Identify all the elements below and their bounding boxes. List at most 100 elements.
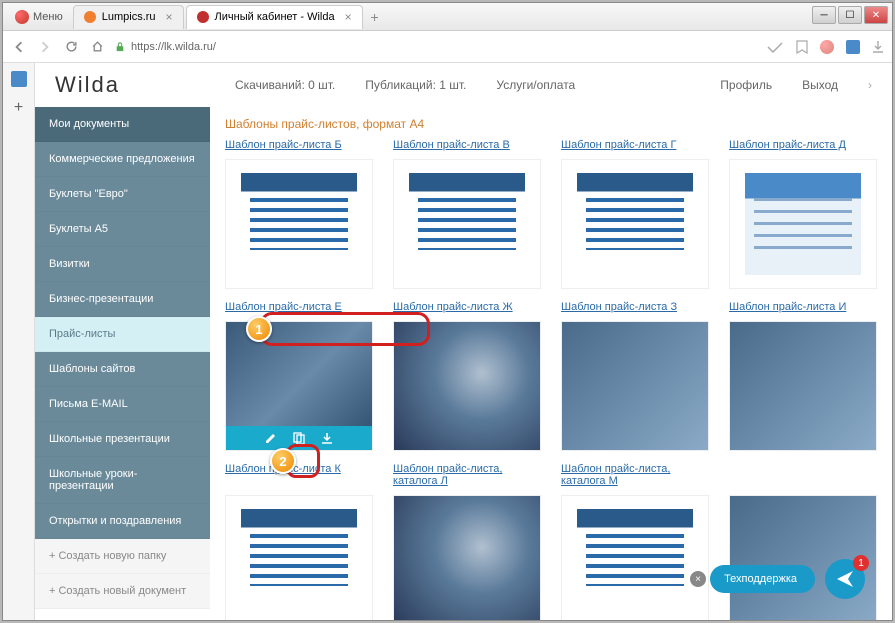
close-window-button[interactable]: ✕ (864, 6, 888, 24)
home-button[interactable] (89, 39, 105, 55)
sidebar-item-price-lists[interactable]: Прайс-листы (35, 317, 210, 352)
url-field[interactable]: https://lk.wilda.ru/ (115, 41, 756, 53)
sidebar-item-new-document[interactable]: + Создать новый документ (35, 574, 210, 609)
template-card: Шаблон прайс-листа Ж (393, 301, 541, 451)
sidebar-item-booklets-euro[interactable]: Буклеты "Евро" (35, 177, 210, 212)
close-tab-icon[interactable]: × (345, 10, 352, 24)
chevron-right-icon: › (868, 78, 872, 92)
template-card: Шаблон прайс-листа Д (729, 139, 877, 289)
opera-sync-icon[interactable] (820, 40, 834, 54)
header-stat-publications[interactable]: Публикаций: 1 шт. (365, 78, 466, 92)
forward-button[interactable] (37, 39, 53, 55)
menu-label: Меню (33, 11, 63, 23)
tab-label: Lumpics.ru (102, 11, 156, 23)
template-thumbnail[interactable] (561, 321, 709, 451)
support-widget: × Техподдержка 1 (690, 559, 865, 599)
header-stat-downloads[interactable]: Скачиваний: 0 шт. (235, 78, 335, 92)
sidebar-item-emails[interactable]: Письма E-MAIL (35, 387, 210, 422)
template-link[interactable]: Шаблон прайс-листа К (225, 463, 373, 489)
template-link (729, 463, 877, 489)
sidebar-item-postcards[interactable]: Открытки и поздравления (35, 504, 210, 539)
template-link[interactable]: Шаблон прайс-листа Д (729, 139, 877, 153)
app-header: Wilda Скачиваний: 0 шт. Публикаций: 1 шт… (35, 63, 892, 107)
template-card: Шаблон прайс-листа И (729, 301, 877, 451)
sidebar-item-school-lessons[interactable]: Школьные уроки-презентации (35, 457, 210, 504)
reload-button[interactable] (63, 39, 79, 55)
sidebar-item-cards[interactable]: Визитки (35, 247, 210, 282)
browser-sidebar-rail: + (3, 63, 35, 620)
support-fab-button[interactable]: 1 (825, 559, 865, 599)
copy-icon[interactable] (292, 431, 306, 445)
template-link[interactable]: Шаблон прайс-листа Г (561, 139, 709, 153)
template-action-bar (226, 426, 372, 450)
template-link[interactable]: Шаблон прайс-листа Б (225, 139, 373, 153)
download-icon[interactable] (320, 431, 334, 445)
new-tab-button[interactable]: + (365, 9, 385, 25)
template-thumbnail[interactable] (225, 321, 373, 451)
lock-icon (115, 42, 125, 52)
template-thumbnail[interactable] (225, 159, 373, 289)
template-thumbnail[interactable] (225, 495, 373, 620)
rail-extension-icon[interactable] (11, 71, 27, 87)
template-thumbnail[interactable] (393, 321, 541, 451)
template-thumbnail[interactable] (393, 495, 541, 620)
browser-tab[interactable]: Lumpics.ru × (73, 5, 184, 29)
browser-menu-button[interactable]: Меню (7, 10, 71, 24)
template-thumbnail[interactable] (729, 321, 877, 451)
back-button[interactable] (11, 39, 27, 55)
sidebar-item-biz-presentations[interactable]: Бизнес-презентации (35, 282, 210, 317)
minimize-button[interactable]: ─ (812, 6, 836, 24)
template-link[interactable]: Шаблон прайс-листа И (729, 301, 877, 315)
url-text: https://lk.wilda.ru/ (131, 41, 216, 53)
send-icon (835, 569, 855, 589)
close-tab-icon[interactable]: × (166, 10, 173, 24)
maximize-button[interactable]: ☐ (838, 6, 862, 24)
template-card: Шаблон прайс-листа Б (225, 139, 373, 289)
vpn-icon[interactable] (766, 41, 784, 53)
template-card: Шаблон прайс-листа З (561, 301, 709, 451)
template-card: Шаблон прайс-листа, каталога М (561, 463, 709, 620)
templates-area: Шаблоны прайс-листов, формат А4 Шаблон п… (210, 107, 892, 620)
template-link[interactable]: Шаблон прайс-листа З (561, 301, 709, 315)
address-bar: https://lk.wilda.ru/ (3, 31, 892, 63)
tab-favicon (197, 11, 209, 23)
bookmark-icon[interactable] (796, 40, 808, 54)
template-thumbnail[interactable] (561, 495, 709, 620)
logo[interactable]: Wilda (55, 72, 205, 98)
template-thumbnail[interactable] (729, 159, 877, 289)
template-card: Шаблон прайс-листа К (225, 463, 373, 620)
page-heading: Шаблоны прайс-листов, формат А4 (225, 117, 877, 131)
template-thumbnail[interactable] (561, 159, 709, 289)
template-thumbnail[interactable] (393, 159, 541, 289)
tab-label: Личный кабинет - Wilda (215, 11, 335, 23)
support-badge: 1 (853, 555, 869, 571)
category-sidebar: Мои документы Коммерческие предложения Б… (35, 107, 210, 620)
template-card: Шаблон прайс-листа Г (561, 139, 709, 289)
template-link[interactable]: Шаблон прайс-листа, каталога М (561, 463, 709, 489)
template-link[interactable]: Шаблон прайс-листа Е (225, 301, 373, 315)
header-exit-link[interactable]: Выход (802, 78, 838, 92)
support-label: Техподдержка (724, 573, 797, 585)
support-close-button[interactable]: × (690, 571, 706, 587)
extension-icon[interactable] (846, 40, 860, 54)
sidebar-item-school-pres[interactable]: Школьные презентации (35, 422, 210, 457)
template-link[interactable]: Шаблон прайс-листа, каталога Л (393, 463, 541, 489)
window-titlebar: Меню Lumpics.ru × Личный кабинет - Wilda… (3, 3, 892, 31)
tab-favicon (84, 11, 96, 23)
edit-icon[interactable] (264, 431, 278, 445)
download-icon[interactable] (872, 40, 884, 54)
rail-add-icon[interactable]: + (14, 99, 23, 117)
template-card: Шаблон прайс-листа В (393, 139, 541, 289)
template-card: Шаблон прайс-листа, каталога Л (393, 463, 541, 620)
header-profile-link[interactable]: Профиль (720, 78, 772, 92)
header-services-link[interactable]: Услуги/оплата (496, 78, 575, 92)
sidebar-item-my-docs[interactable]: Мои документы (35, 107, 210, 142)
template-link[interactable]: Шаблон прайс-листа В (393, 139, 541, 153)
template-link[interactable]: Шаблон прайс-листа Ж (393, 301, 541, 315)
support-pill[interactable]: Техподдержка (710, 565, 815, 593)
sidebar-item-site-templates[interactable]: Шаблоны сайтов (35, 352, 210, 387)
sidebar-item-new-folder[interactable]: + Создать новую папку (35, 539, 210, 574)
sidebar-item-commercial[interactable]: Коммерческие предложения (35, 142, 210, 177)
browser-tab-active[interactable]: Личный кабинет - Wilda × (186, 5, 363, 29)
sidebar-item-booklets-a5[interactable]: Буклеты А5 (35, 212, 210, 247)
